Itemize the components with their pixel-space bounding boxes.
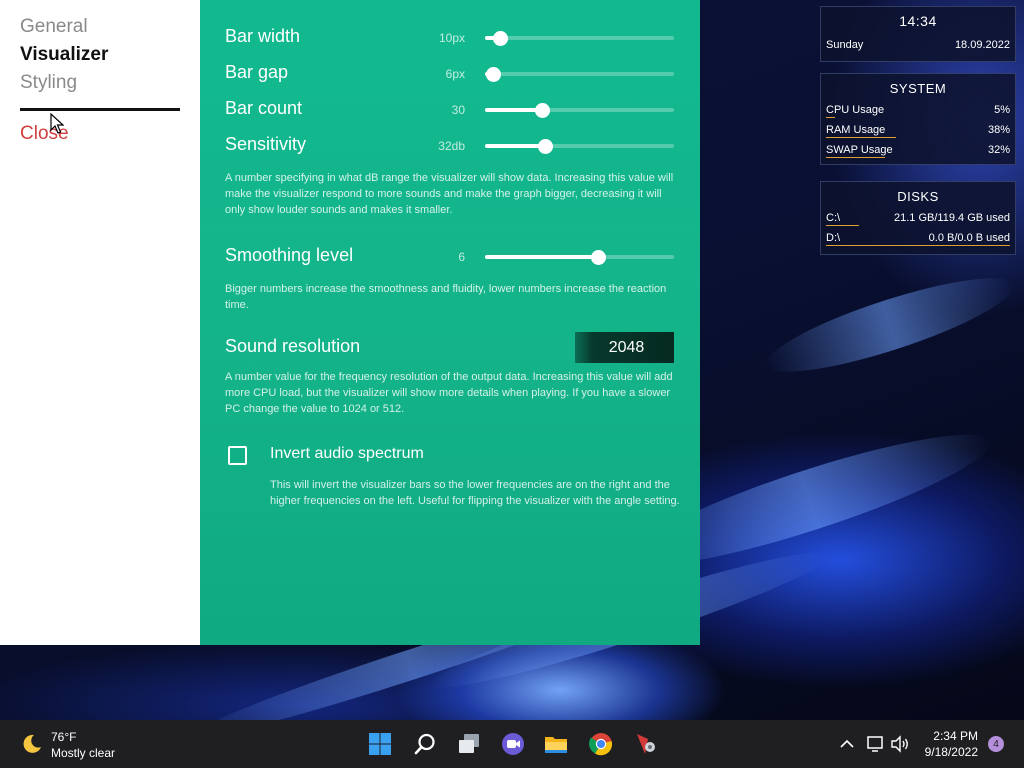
bar-width-label: Bar width [225,26,301,46]
settings-nav: General Visualizer Styling Close [0,0,200,645]
disk-row: C:\ 21.1 GB/119.4 GB used [821,208,1015,228]
smoothing-description: Bigger numbers increase the smoothness a… [225,283,667,311]
sound-resolution-description: A number value for the frequency resolut… [225,371,673,415]
taskbar-date[interactable]: 9/18/2022 [918,745,978,759]
smoothing-label: Smoothing level [225,245,354,265]
network-icon[interactable] [864,732,886,756]
bar-width-slider[interactable] [485,31,674,46]
disk-row: D:\ 0.0 B/0.0 B used [821,228,1015,248]
disk-d-bar [826,245,1010,246]
sound-resolution-input[interactable]: 2048 [575,332,674,363]
visualizer-settings-panel: Bar width 10px Bar gap 6px Bar count 30 … [200,0,700,645]
bar-count-label: Bar count [225,98,303,118]
slider-thumb[interactable] [485,67,501,82]
swap-usage-bar [826,157,885,158]
task-view-icon[interactable] [457,732,481,756]
slider-thumb[interactable] [591,250,607,265]
disks-title: DISKS [897,189,939,204]
nav-item-styling[interactable]: Styling [20,72,77,94]
swap-usage-label: SWAP Usage [826,144,893,156]
mouse-cursor-icon [50,113,64,134]
slider-thumb[interactable] [538,139,554,154]
app-icon[interactable] [634,732,658,756]
ram-usage-value: 38% [987,124,1010,136]
bar-gap-value: 6px [445,67,465,81]
system-title: SYSTEM [889,81,947,96]
invert-spectrum-description: This will invert the visualizer bars so … [270,479,680,507]
sound-resolution-label: Sound resolution [225,336,361,356]
disk-c-value: 21.1 GB/119.4 GB used [894,212,1010,224]
clock-day: Sunday [826,39,864,51]
disk-c-bar [826,225,860,226]
notification-badge[interactable]: 4 [988,736,1004,752]
weather-temperature[interactable]: 76°F [51,730,76,744]
slider-thumb[interactable] [493,31,509,46]
system-widget: SYSTEM CPU Usage 5% RAM Usage 38% SWAP U… [820,73,1016,165]
swap-usage-value: 32% [987,144,1010,156]
system-row: CPU Usage 5% [821,100,1015,120]
smoothing-slider[interactable] [485,250,674,265]
bar-width-value: 10px [438,31,465,45]
disk-d-value: 0.0 B/0.0 B used [928,232,1010,244]
chat-icon[interactable] [501,732,525,756]
bar-gap-slider[interactable] [485,67,674,82]
taskbar: 76°F Mostly clear 2:34 PM 9/18/2022 4 [0,720,1024,768]
disks-widget: DISKS C:\ 21.1 GB/119.4 GB used D:\ 0.0 … [820,181,1016,255]
bar-count-value: 30 [451,103,465,117]
search-icon[interactable] [413,732,437,756]
volume-icon[interactable] [889,732,911,756]
file-explorer-icon[interactable] [544,732,568,756]
sensitivity-value: 32db [438,139,465,153]
system-row: RAM Usage 38% [821,120,1015,140]
taskbar-time[interactable]: 2:34 PM [922,729,978,743]
system-row: SWAP Usage 32% [821,140,1015,160]
slider-thumb[interactable] [534,103,550,118]
clock-date: 18.09.2022 [954,39,1010,51]
disk-d-label: D:\ [826,232,841,244]
sensitivity-slider[interactable] [485,139,674,154]
sensitivity-label: Sensitivity [225,134,307,154]
disk-c-label: C:\ [826,212,841,224]
chrome-icon[interactable] [589,732,613,756]
invert-spectrum-checkbox[interactable] [228,446,247,465]
chevron-up-icon[interactable] [838,732,856,756]
smoothing-value: 6 [458,250,465,264]
start-icon[interactable] [368,732,392,756]
cpu-usage-bar [826,117,836,118]
nav-item-general[interactable]: General [20,16,88,38]
invert-spectrum-label[interactable]: Invert audio spectrum [270,445,424,463]
clock-widget: 14:34 Sunday 18.09.2022 [820,6,1016,62]
cpu-usage-label: CPU Usage [826,104,885,116]
nav-divider [20,108,180,111]
weather-moon-icon[interactable] [20,732,44,756]
clock-time: 14:34 [899,13,937,29]
sensitivity-description: A number specifying in what dB range the… [225,172,674,216]
weather-description[interactable]: Mostly clear [51,746,115,760]
bar-gap-label: Bar gap [225,62,289,82]
ram-usage-bar [826,137,896,138]
nav-item-visualizer[interactable]: Visualizer [20,44,108,66]
cpu-usage-value: 5% [994,104,1010,116]
ram-usage-label: RAM Usage [826,124,886,136]
bar-count-slider[interactable] [485,103,674,118]
